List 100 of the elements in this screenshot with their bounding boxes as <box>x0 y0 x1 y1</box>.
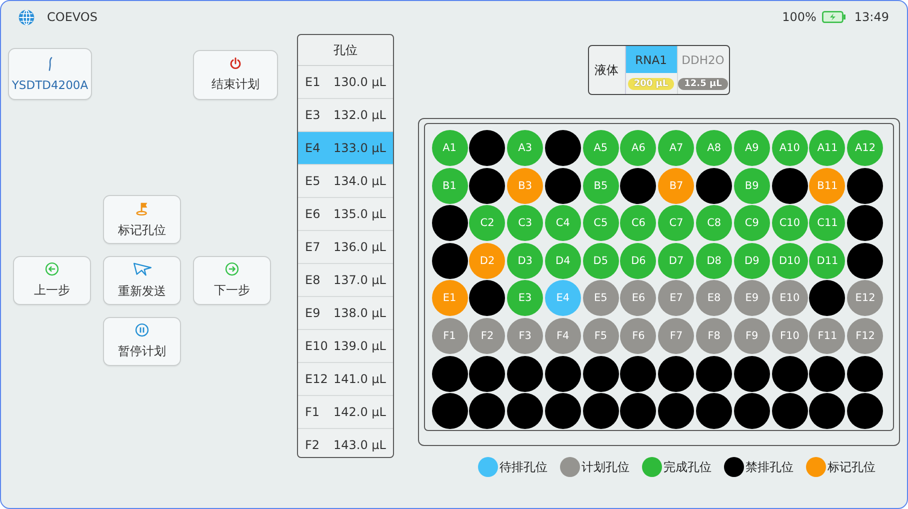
well[interactable]: A3 <box>507 130 544 166</box>
well[interactable] <box>582 393 619 430</box>
well[interactable]: A10 <box>772 130 808 166</box>
well[interactable]: A6 <box>620 130 656 166</box>
well[interactable] <box>469 280 506 316</box>
well[interactable]: F7 <box>658 318 694 354</box>
well[interactable]: F2 <box>469 318 506 354</box>
well[interactable]: C5 <box>582 205 619 242</box>
well[interactable] <box>544 168 581 204</box>
well[interactable]: C11 <box>809 205 846 242</box>
well-list-item[interactable]: E10 139.0 µL <box>298 330 393 363</box>
well[interactable] <box>658 356 694 392</box>
well[interactable]: F11 <box>809 318 846 354</box>
well[interactable]: E5 <box>582 280 619 316</box>
well[interactable]: E4 <box>544 280 581 316</box>
well[interactable] <box>620 168 656 204</box>
well[interactable] <box>734 356 770 392</box>
liquid-tab[interactable]: RNA1 <box>626 46 676 73</box>
well[interactable] <box>432 393 468 430</box>
well[interactable] <box>847 242 884 279</box>
well[interactable] <box>582 356 619 392</box>
well[interactable]: F3 <box>507 318 544 354</box>
well-list-item[interactable]: E12 141.0 µL <box>298 363 393 396</box>
well[interactable] <box>847 168 884 204</box>
well[interactable] <box>772 393 808 430</box>
well[interactable]: E3 <box>507 280 544 316</box>
well[interactable]: F8 <box>696 318 732 354</box>
well[interactable] <box>507 356 544 392</box>
well[interactable] <box>544 130 581 166</box>
well[interactable]: D3 <box>507 242 544 279</box>
well[interactable] <box>809 280 846 316</box>
well[interactable] <box>432 205 468 242</box>
mark-button[interactable]: 标记孔位 <box>103 195 181 244</box>
well[interactable] <box>847 393 884 430</box>
well[interactable]: E12 <box>847 280 884 316</box>
well[interactable]: E1 <box>432 280 468 316</box>
well[interactable] <box>696 356 732 392</box>
well[interactable] <box>658 393 694 430</box>
well[interactable]: F6 <box>620 318 656 354</box>
well[interactable]: B9 <box>734 168 770 204</box>
well[interactable] <box>432 356 468 392</box>
device-button[interactable]: YSDTD4200A <box>8 48 92 100</box>
well[interactable]: D10 <box>772 242 808 279</box>
well[interactable]: D11 <box>809 242 846 279</box>
well[interactable]: D8 <box>696 242 732 279</box>
well[interactable]: E9 <box>734 280 770 316</box>
well-list-item[interactable]: F1 142.0 µL <box>298 396 393 429</box>
well[interactable]: B7 <box>658 168 694 204</box>
well[interactable]: C2 <box>469 205 506 242</box>
well[interactable] <box>847 205 884 242</box>
well[interactable]: D9 <box>734 242 770 279</box>
liquid-tab[interactable]: DDH2O <box>678 46 728 73</box>
well[interactable] <box>469 130 506 166</box>
well[interactable]: B3 <box>507 168 544 204</box>
resend-button[interactable]: 重新发送 <box>103 256 181 305</box>
well[interactable] <box>469 393 506 430</box>
well[interactable]: D4 <box>544 242 581 279</box>
well[interactable] <box>734 393 770 430</box>
well[interactable] <box>772 168 808 204</box>
well[interactable]: A9 <box>734 130 770 166</box>
well[interactable]: A8 <box>696 130 732 166</box>
well-list-item[interactable]: E6 135.0 µL <box>298 198 393 231</box>
well[interactable]: E8 <box>696 280 732 316</box>
well[interactable]: C3 <box>507 205 544 242</box>
well[interactable]: D2 <box>469 242 506 279</box>
well[interactable]: D5 <box>582 242 619 279</box>
well[interactable]: B5 <box>582 168 619 204</box>
well[interactable]: F9 <box>734 318 770 354</box>
well[interactable]: F10 <box>772 318 808 354</box>
well[interactable]: C6 <box>620 205 656 242</box>
well[interactable]: D7 <box>658 242 694 279</box>
prev-button[interactable]: 上一步 <box>13 256 91 305</box>
well[interactable] <box>507 393 544 430</box>
well[interactable]: F5 <box>582 318 619 354</box>
pause-button[interactable]: 暂停计划 <box>103 317 181 366</box>
well[interactable]: A11 <box>809 130 846 166</box>
well[interactable]: F12 <box>847 318 884 354</box>
well-list-item[interactable]: E4 133.0 µL <box>298 132 393 165</box>
next-button[interactable]: 下一步 <box>193 256 271 305</box>
well[interactable] <box>847 356 884 392</box>
well[interactable] <box>620 393 656 430</box>
well[interactable] <box>469 356 506 392</box>
well[interactable]: A12 <box>847 130 884 166</box>
end-plan-button[interactable]: 结束计划 <box>193 50 278 100</box>
well[interactable] <box>469 168 506 204</box>
well[interactable] <box>544 356 581 392</box>
well[interactable] <box>696 168 732 204</box>
well[interactable]: C10 <box>772 205 808 242</box>
well[interactable] <box>809 393 846 430</box>
well-list-item[interactable]: E1 130.0 µL <box>298 66 393 99</box>
well[interactable]: A7 <box>658 130 694 166</box>
well[interactable]: C9 <box>734 205 770 242</box>
well-list-item[interactable]: E5 134.0 µL <box>298 165 393 198</box>
well[interactable] <box>809 356 846 392</box>
well[interactable]: C7 <box>658 205 694 242</box>
well-list-item[interactable]: E8 137.0 µL <box>298 264 393 297</box>
well[interactable]: E10 <box>772 280 808 316</box>
well[interactable] <box>544 393 581 430</box>
well-list-item[interactable]: E9 138.0 µL <box>298 297 393 330</box>
well-list-item[interactable]: F2 143.0 µL <box>298 429 393 457</box>
